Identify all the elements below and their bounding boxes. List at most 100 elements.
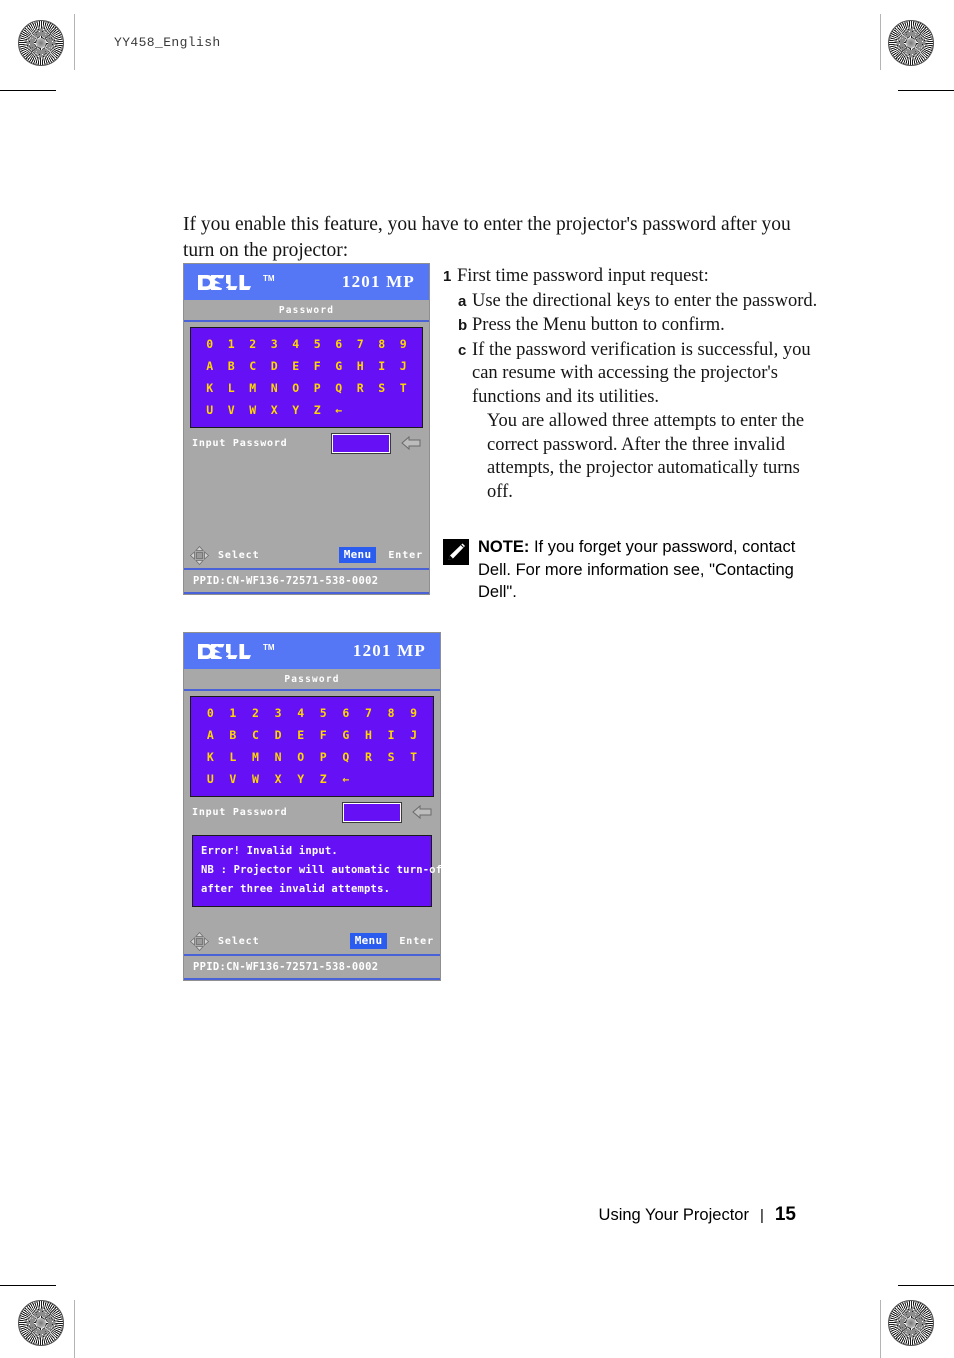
password-input-field[interactable]	[331, 432, 391, 454]
keypad-key[interactable]: 1	[222, 702, 245, 724]
keypad-key[interactable]: D	[264, 355, 286, 377]
keypad-key[interactable]: F	[312, 724, 335, 746]
keypad-key[interactable]: 8	[380, 702, 403, 724]
keypad-key[interactable]: F	[307, 355, 329, 377]
osd-keypad[interactable]: 0 1 2 3 4 5 6 7 8 9 A B C D E F G H I J …	[190, 327, 423, 428]
keypad-key[interactable]: 7	[350, 333, 372, 355]
keypad-key[interactable]: P	[312, 746, 335, 768]
keypad-key[interactable]: N	[264, 377, 286, 399]
menu-button-badge[interactable]: Menu	[338, 547, 377, 563]
keypad-key[interactable]: S	[380, 746, 403, 768]
registration-crosshair-left-middle	[4, 643, 74, 713]
keypad-key[interactable]: L	[221, 377, 243, 399]
keypad-key[interactable]: 8	[371, 333, 393, 355]
keypad-key[interactable]: H	[350, 355, 372, 377]
keypad-key[interactable]: H	[357, 724, 380, 746]
osd-body: 0 1 2 3 4 5 6 7 8 9 A B C D E F G H I J …	[184, 322, 429, 456]
keypad-key[interactable]: 1	[221, 333, 243, 355]
keypad-key[interactable]: Q	[335, 746, 358, 768]
keypad-key[interactable]: 7	[357, 702, 380, 724]
keypad-key[interactable]: 9	[402, 702, 425, 724]
keypad-key[interactable]: O	[285, 377, 307, 399]
step-marker: 1	[443, 268, 452, 285]
keypad-key[interactable]: G	[328, 355, 350, 377]
keypad-key[interactable]: D	[267, 724, 290, 746]
keypad-key[interactable]: 2	[242, 333, 264, 355]
keypad-key[interactable]: N	[267, 746, 290, 768]
substep-text: If the password verification is successf…	[472, 339, 811, 407]
dell-trademark-symbol: TM	[263, 273, 275, 283]
keypad-key[interactable]: M	[244, 746, 267, 768]
keypad-key[interactable]: V	[222, 768, 245, 790]
dell-trademark-symbol: TM	[263, 642, 275, 652]
keypad-key[interactable]: Q	[328, 377, 350, 399]
keypad-key[interactable]: R	[350, 377, 372, 399]
keypad-key[interactable]: A	[199, 724, 222, 746]
keypad-key[interactable]: 0	[199, 333, 221, 355]
keypad-key[interactable]: B	[222, 724, 245, 746]
keypad-key[interactable]: G	[335, 724, 358, 746]
password-input-field[interactable]	[342, 801, 402, 823]
keypad-key[interactable]: I	[380, 724, 403, 746]
keypad-key[interactable]: K	[199, 746, 222, 768]
keypad-key[interactable]: 4	[289, 702, 312, 724]
keypad-key[interactable]: W	[244, 768, 267, 790]
keypad-key[interactable]: P	[307, 377, 329, 399]
keypad-key[interactable]: Z	[312, 768, 335, 790]
keypad-key[interactable]: I	[371, 355, 393, 377]
keypad-key[interactable]: 5	[312, 702, 335, 724]
keypad-key[interactable]: K	[199, 377, 221, 399]
keypad-key[interactable]: U	[199, 768, 222, 790]
keypad-key[interactable]: 3	[267, 702, 290, 724]
footer-page-number: 15	[774, 1204, 796, 1225]
keypad-key[interactable]: T	[402, 746, 425, 768]
substep-c-continuation: You are allowed three attempts to enter …	[487, 411, 805, 502]
keypad-key[interactable]: B	[221, 355, 243, 377]
left-arrow-icon[interactable]	[412, 804, 432, 820]
keypad-key[interactable]: E	[285, 355, 307, 377]
left-arrow-icon[interactable]	[401, 435, 421, 451]
keypad-backspace-key[interactable]: ←	[335, 768, 358, 790]
registration-crosshair-right-top	[880, 62, 950, 132]
keypad-key[interactable]: E	[289, 724, 312, 746]
osd-input-password-row: Input Password	[190, 799, 434, 825]
keypad-key[interactable]: C	[242, 355, 264, 377]
osd-subtitle: Password	[184, 669, 440, 691]
osd-keypad[interactable]: 0 1 2 3 4 5 6 7 8 9 A B C D E F G H I J …	[190, 696, 434, 797]
menu-button-badge[interactable]: Menu	[349, 933, 388, 949]
keypad-key[interactable]: C	[244, 724, 267, 746]
keypad-key[interactable]: Y	[289, 768, 312, 790]
keypad-key[interactable]: T	[393, 377, 415, 399]
keypad-key[interactable]: J	[393, 355, 415, 377]
keypad-key[interactable]: 3	[264, 333, 286, 355]
keypad-key[interactable]: X	[267, 768, 290, 790]
keypad-key[interactable]: S	[371, 377, 393, 399]
keypad-key[interactable]: 0	[199, 702, 222, 724]
hint-select-label: Select	[218, 935, 260, 947]
note-callout: NOTE: If you forget your password, conta…	[443, 536, 821, 604]
four-way-navigation-icon[interactable]	[190, 545, 209, 565]
keypad-key[interactable]: Z	[307, 399, 329, 421]
keypad-backspace-key[interactable]: ←	[328, 399, 350, 421]
keypad-key[interactable]: W	[242, 399, 264, 421]
keypad-key[interactable]: 6	[335, 702, 358, 724]
keypad-key[interactable]: V	[221, 399, 243, 421]
keypad-key[interactable]: U	[199, 399, 221, 421]
keypad-key[interactable]: J	[402, 724, 425, 746]
keypad-key[interactable]: X	[264, 399, 286, 421]
keypad-key[interactable]: 4	[285, 333, 307, 355]
keypad-key[interactable]: O	[289, 746, 312, 768]
registration-crosshair-left-bottom	[4, 1225, 74, 1295]
keypad-row: 0 1 2 3 4 5 6 7 8 9	[199, 333, 414, 355]
keypad-key[interactable]: 2	[244, 702, 267, 724]
keypad-key[interactable]: L	[222, 746, 245, 768]
keypad-key[interactable]: A	[199, 355, 221, 377]
step-item-b: b Press the Menu button to confirm.	[458, 314, 818, 338]
keypad-key[interactable]: 9	[393, 333, 415, 355]
keypad-key[interactable]: 6	[328, 333, 350, 355]
four-way-navigation-icon[interactable]	[190, 931, 209, 951]
keypad-key[interactable]: Y	[285, 399, 307, 421]
keypad-key[interactable]: 5	[307, 333, 329, 355]
keypad-key[interactable]: R	[357, 746, 380, 768]
keypad-key[interactable]: M	[242, 377, 264, 399]
